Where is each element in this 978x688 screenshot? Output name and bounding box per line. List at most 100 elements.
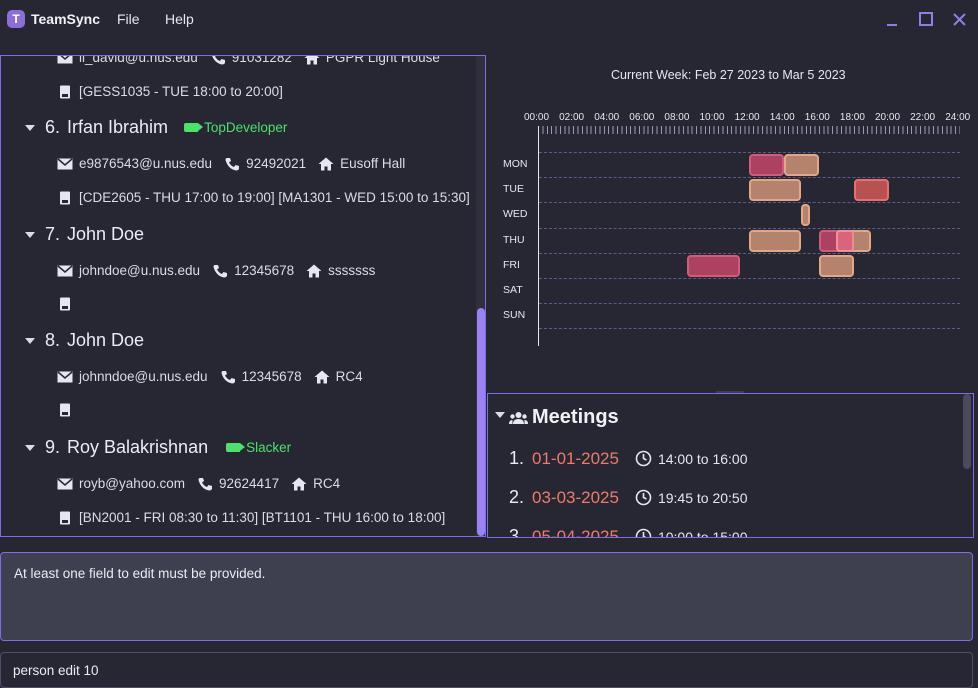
calendar-event[interactable] [748, 179, 802, 202]
calendar-event[interactable] [687, 254, 740, 277]
calendar-hour-label: 16:00 [804, 112, 830, 123]
person-index: 8. [45, 330, 61, 350]
book-icon [60, 403, 70, 417]
calendar-hour-label: 04:00 [594, 112, 620, 123]
person-modules-row: [GESS1035 - TUE 18:00 to 20:00] [57, 84, 283, 99]
person-card-header[interactable]: 6. Irfan Ibrahim TopDeveloper [25, 117, 287, 138]
person-card-header[interactable]: 8. John Doe [25, 330, 144, 351]
minimize-icon[interactable] [882, 10, 902, 30]
result-display: At least one field to edit must be provi… [0, 552, 973, 641]
home-icon [291, 477, 307, 490]
calendar-day-label: SAT [503, 284, 523, 296]
person-modules: [GESS1035 - TUE 18:00 to 20:00] [79, 84, 283, 99]
meeting-index: 2. [508, 487, 524, 507]
person-name: Roy Balakrishnan [67, 437, 209, 457]
meeting-date: 05-04-2025 [532, 526, 619, 538]
meetings-panel[interactable]: Meetings 1. 01-01-2025 14:00 to 16:00 2.… [487, 393, 974, 538]
app-title: TeamSync [31, 11, 100, 27]
person-card-header[interactable]: 7. John Doe [25, 224, 144, 245]
expand-caret-icon[interactable] [25, 124, 35, 131]
person-phone: 12345678 [241, 369, 302, 384]
calendar-hour-label: 22:00 [910, 112, 936, 123]
phone-icon [213, 264, 228, 277]
calendar-event[interactable] [748, 154, 784, 176]
person-address: RC4 [313, 476, 341, 491]
person-tag: Slacker [246, 440, 292, 455]
person-modules-row [57, 297, 79, 311]
calendar-row-line [539, 278, 960, 279]
person-index: 6. [45, 117, 61, 137]
meetings-title: Meetings [532, 406, 619, 428]
calendar-event[interactable] [853, 179, 889, 202]
calendar-time-ticks [538, 126, 960, 134]
calendar-event[interactable] [818, 254, 854, 277]
calendar-hour-label: 06:00 [629, 112, 655, 123]
close-icon[interactable] [950, 10, 970, 30]
maximize-icon[interactable] [916, 10, 936, 30]
app-logo-icon: T [7, 10, 25, 28]
calendar-event[interactable] [748, 229, 802, 252]
menu-file[interactable]: File [117, 11, 140, 27]
clock-icon [635, 450, 652, 467]
expand-caret-icon[interactable] [25, 337, 35, 344]
person-email: royb@yahoo.com [79, 476, 186, 491]
person-email: johnndoe@u.nus.edu [79, 369, 208, 384]
meeting-time: 19:45 to 20:50 [657, 489, 748, 506]
calendar-hour-label: 24:00 [945, 112, 971, 123]
phone-icon [225, 157, 240, 170]
person-modules-row: [CDE2605 - THU 17:00 to 19:00] [MA1301 -… [57, 190, 470, 205]
calendar-day-label: TUE [503, 183, 524, 196]
calendar-row-line [539, 202, 960, 204]
meeting-item[interactable]: 3. 05-04-2025 10:00 to 15:00 [500, 526, 748, 538]
weekly-calendar: Current Week: Feb 27 2023 to Mar 5 2023 … [488, 56, 978, 391]
person-name: Irfan Ibrahim [67, 117, 169, 137]
person-card-header[interactable]: 9. Roy Balakrishnan Slacker [25, 437, 291, 458]
email-icon [57, 477, 73, 489]
expand-caret-icon[interactable] [25, 231, 35, 238]
calendar-hour-label: 12:00 [734, 112, 760, 123]
meeting-item[interactable]: 1. 01-01-2025 14:00 to 16:00 [500, 448, 748, 469]
calendar-day-label: WED [503, 208, 528, 221]
calendar-hour-label: 18:00 [839, 112, 865, 123]
person-modules: [BN2001 - FRI 08:30 to 11:30] [BT1101 - … [79, 510, 446, 525]
meeting-date: 03-03-2025 [532, 487, 619, 507]
person-phone: 91031282 [231, 55, 292, 65]
calendar-event[interactable] [801, 204, 811, 227]
person-list-scrollbar-thumb[interactable] [477, 308, 485, 536]
calendar-hour-label: 20:00 [875, 112, 901, 123]
email-icon [57, 56, 73, 63]
person-address: PGPR Light House [325, 55, 440, 65]
meeting-time: 14:00 to 16:00 [657, 450, 748, 467]
calendar-hour-label: 08:00 [664, 112, 690, 123]
command-input[interactable] [0, 652, 973, 688]
expand-caret-icon[interactable] [495, 412, 505, 418]
person-modules: [CDE2605 - THU 17:00 to 19:00] [MA1301 -… [79, 190, 470, 205]
calendar-event[interactable] [836, 229, 854, 252]
meetings-scrollbar-thumb[interactable] [963, 394, 971, 469]
calendar-event[interactable] [783, 154, 819, 176]
email-icon [57, 157, 73, 169]
person-contact-row: e9876543@u.nus.edu 92492021 Eusoff Hall [57, 156, 405, 171]
calendar-hour-label: 02:00 [559, 112, 585, 123]
title-bar: T TeamSync File Help [0, 0, 978, 40]
phone-icon [212, 56, 225, 64]
calendar-row-line [539, 152, 960, 153]
calendar-day-label: FRI [503, 258, 520, 271]
calendar-hour-label: 00:00 [524, 112, 550, 123]
calendar-day-label: SUN [503, 309, 526, 322]
result-message: At least one field to edit must be provi… [14, 566, 266, 581]
expand-caret-icon[interactable] [25, 444, 35, 451]
person-address: RC4 [335, 369, 363, 384]
person-phone: 12345678 [234, 263, 295, 278]
person-email: e9876543@u.nus.edu [79, 156, 213, 171]
calendar-day-label: THU [503, 233, 525, 246]
clock-icon [635, 528, 652, 537]
calendar-row-line [539, 328, 960, 330]
person-list-panel[interactable]: li_david@u.nus.edu 91031282 PGPR Light H… [0, 55, 486, 537]
meeting-date: 01-01-2025 [532, 448, 619, 468]
calendar-hour-label: 10:00 [699, 112, 725, 123]
meeting-item[interactable]: 2. 03-03-2025 19:45 to 20:50 [500, 487, 748, 508]
menu-help[interactable]: Help [165, 11, 194, 27]
tag-icon [184, 123, 204, 132]
meeting-index: 3. [508, 526, 524, 538]
